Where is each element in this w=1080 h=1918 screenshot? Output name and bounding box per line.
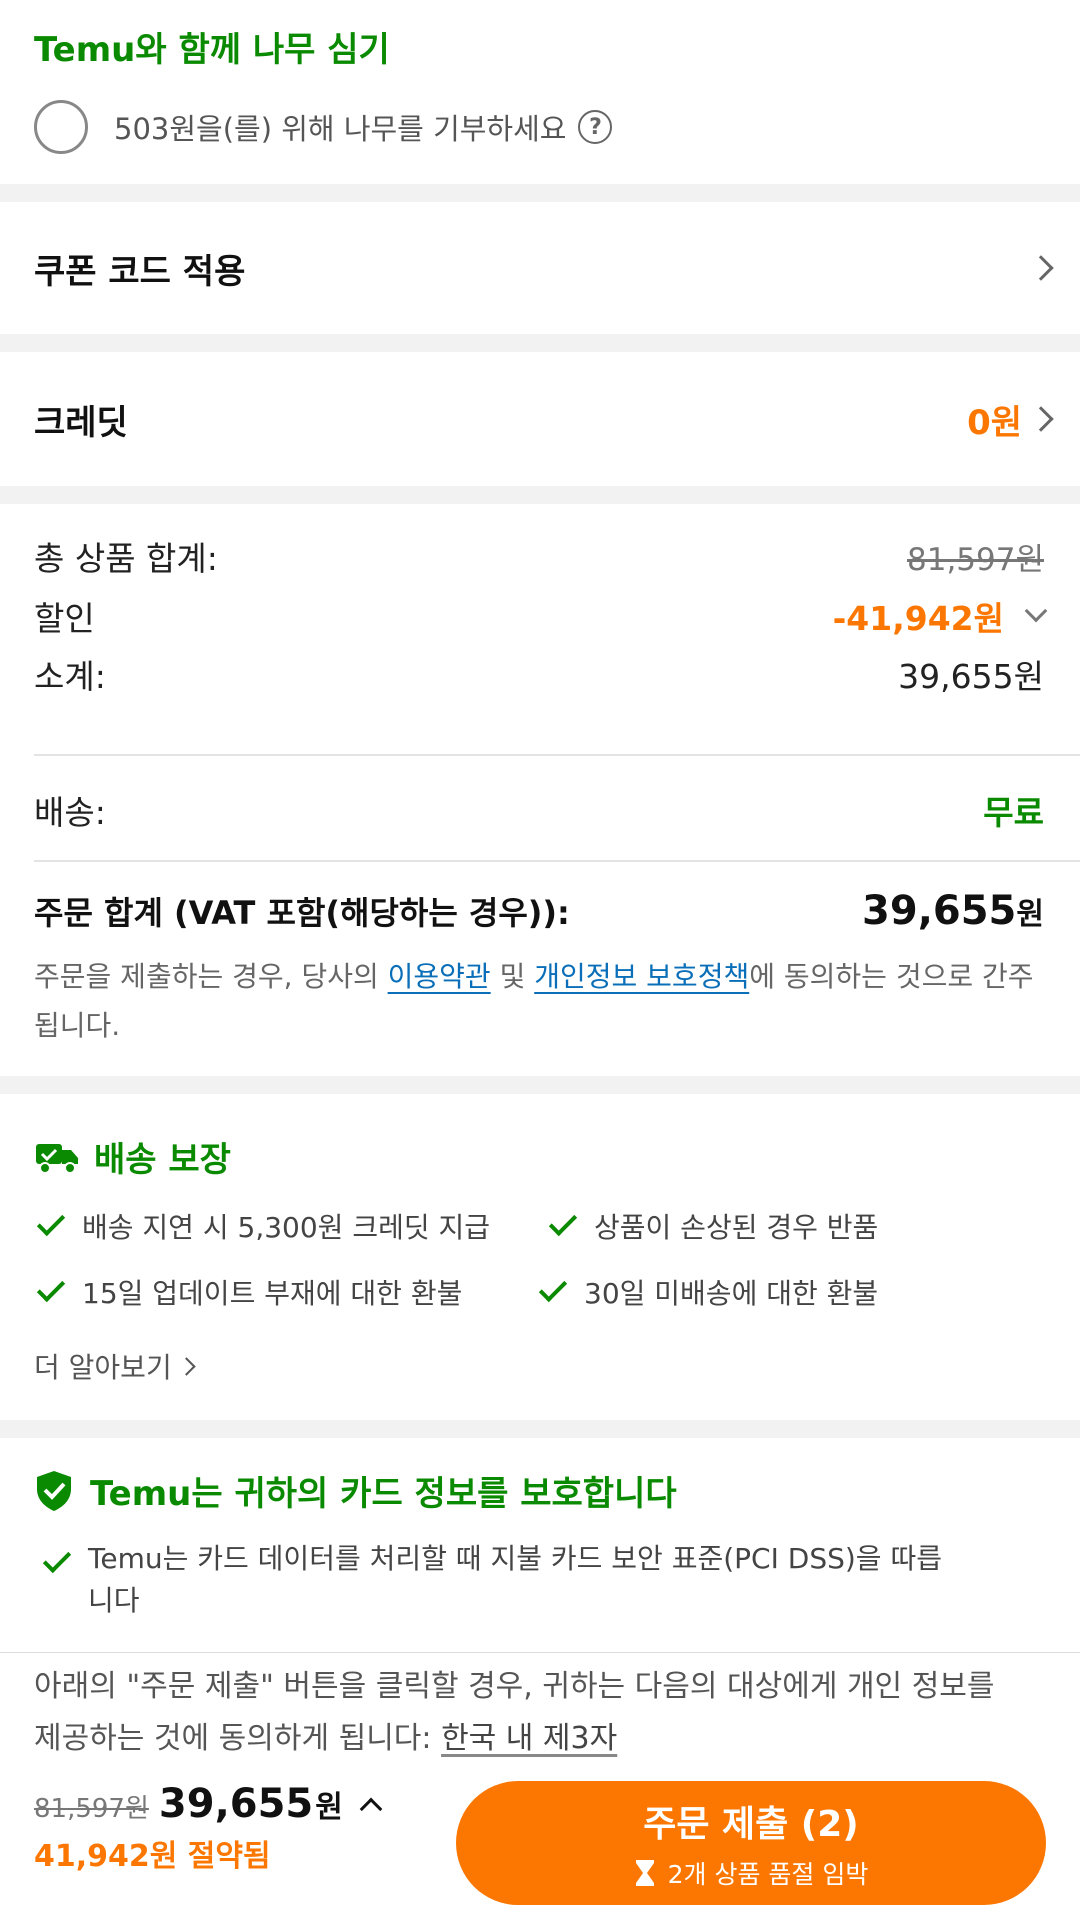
agreement-text: 주문을 제출하는 경우, 당사의 이용약관 및 개인정보 보호정책에 동의하는 … — [34, 952, 1040, 1050]
shipping-row: 배송: 무료 — [34, 786, 1044, 834]
tree-donation-option[interactable]: 503원을(를) 위해 나무를 기부하세요 ? — [34, 100, 613, 154]
divider — [34, 860, 1080, 862]
guarantee-text: 배송 지연 시 5,300원 크레딧 지급 — [82, 1211, 491, 1244]
card-protection-section: Temu는 귀하의 카드 정보를 보호합니다 Temu는 카드 데이터를 처리할… — [0, 1438, 1080, 1658]
items-total-row: 총 상품 합계: 81,597원 — [34, 532, 1044, 580]
card-protection-title: Temu는 귀하의 카드 정보를 보호합니다 — [90, 1474, 677, 1514]
checkout-bar: 아래의 "주문 제출" 버튼을 클릭할 경우, 귀하는 다음의 대상에게 개인 … — [0, 1652, 1080, 1918]
check-icon — [548, 1207, 578, 1237]
donation-radio[interactable] — [34, 100, 88, 154]
help-icon[interactable]: ? — [578, 110, 613, 144]
chevron-right-icon — [1028, 406, 1054, 432]
learn-more-link[interactable]: 더 알아보기 — [34, 1346, 196, 1386]
shipping-label: 배송: — [34, 793, 106, 832]
submit-order-label: 주문 제출 (2) — [643, 1804, 859, 1845]
divider — [34, 754, 1080, 756]
delivery-truck-icon — [36, 1143, 78, 1174]
check-icon — [538, 1273, 568, 1303]
guarantee-item: 상품이 손상된 경우 반품 — [546, 1206, 878, 1246]
order-summary: 총 상품 합계: 81,597원 할인 -41,942원 소계: 39,655원… — [0, 504, 1080, 1076]
agree-prefix: 주문을 제출하는 경우, 당사의 — [34, 960, 388, 993]
order-total-value: 39,655원 — [862, 888, 1044, 934]
order-total-label: 주문 합계 (VAT 포함(해당하는 경우)): — [34, 894, 570, 932]
shield-check-icon — [37, 1470, 71, 1511]
order-total-number: 39,655 — [862, 888, 1017, 934]
order-total-row: 주문 합계 (VAT 포함(해당하는 경우)): 39,655원 — [34, 888, 1044, 934]
card-protection-header: Temu는 귀하의 카드 정보를 보호합니다 — [34, 1466, 677, 1515]
shipping-value: 무료 — [983, 793, 1044, 832]
final-price-unit: 원 — [315, 1790, 343, 1825]
donation-label: 503원을(를) 위해 나무를 기부하세요 — [114, 112, 567, 146]
guarantee-item: 배송 지연 시 5,300원 크레딧 지급 — [34, 1206, 490, 1246]
privacy-link[interactable]: 개인정보 보호정책 — [534, 960, 749, 993]
guarantee-text: 상품이 손상된 경우 반품 — [594, 1211, 879, 1244]
agree-and: 및 — [490, 960, 535, 993]
third-party-link[interactable]: 한국 내 제3자 — [441, 1721, 617, 1756]
check-icon — [42, 1544, 72, 1574]
discount-value: -41,942원 — [832, 599, 1004, 638]
guarantee-item: 15일 업데이트 부재에 대한 환불 — [34, 1272, 462, 1312]
credit-row[interactable]: 크레딧 0원 — [0, 352, 1080, 486]
terms-link[interactable]: 이용약관 — [388, 960, 491, 993]
check-icon — [36, 1207, 66, 1237]
price-summary-toggle[interactable]: 81,597원 39,655 원 41,942원 절약됨 — [34, 1781, 383, 1875]
low-stock-notice: 2개 상품 품절 임박 — [634, 1855, 869, 1891]
tree-donation-section: Temu와 함께 나무 심기 503원을(를) 위해 나무를 기부하세요 ? — [0, 0, 1080, 184]
card-protection-text: Temu는 카드 데이터를 처리할 때 지불 카드 보안 표준(PCI DSS)… — [88, 1542, 942, 1617]
check-icon — [36, 1273, 66, 1303]
discount-label: 할인 — [34, 599, 95, 638]
guarantee-item: 30일 미배송에 대한 환불 — [536, 1272, 878, 1312]
coupon-row[interactable]: 쿠폰 코드 적용 — [0, 202, 1080, 334]
delivery-guarantee-header: 배송 보장 — [34, 1132, 231, 1181]
credit-label: 크레딧 — [34, 402, 128, 443]
subtotal-label: 소계: — [34, 657, 106, 696]
original-price: 81,597원 — [34, 1794, 149, 1824]
credit-value: 0원 — [967, 402, 1022, 443]
chevron-down-icon[interactable] — [1024, 599, 1048, 623]
chevron-up-icon[interactable] — [359, 1797, 383, 1821]
chevron-right-icon — [1028, 255, 1054, 281]
learn-more-label: 더 알아보기 — [34, 1351, 172, 1384]
order-total-unit: 원 — [1016, 897, 1044, 932]
card-protection-item: Temu는 카드 데이터를 처리할 때 지불 카드 보안 표준(PCI DSS)… — [40, 1538, 960, 1622]
discount-row[interactable]: 할인 -41,942원 — [34, 592, 1048, 640]
chevron-right-icon — [177, 1356, 196, 1376]
submit-order-button[interactable]: 주문 제출 (2) 2개 상품 품절 임박 — [456, 1781, 1046, 1905]
delivery-guarantee-title: 배송 보장 — [94, 1140, 231, 1180]
final-price: 39,655 — [158, 1781, 314, 1827]
guarantee-text: 30일 미배송에 대한 환불 — [584, 1277, 879, 1310]
items-total-label: 총 상품 합계: — [34, 539, 218, 578]
hourglass-icon — [635, 1860, 654, 1886]
subtotal-value: 39,655원 — [898, 657, 1044, 696]
consent-text: 아래의 "주문 제출" 버튼을 클릭할 경우, 귀하는 다음의 대상에게 개인 … — [34, 1661, 1020, 1765]
guarantee-text: 15일 업데이트 부재에 대한 환불 — [82, 1277, 463, 1310]
low-stock-text: 2개 상품 품절 임박 — [667, 1860, 869, 1889]
coupon-label: 쿠폰 코드 적용 — [34, 251, 246, 292]
delivery-guarantee-section: 배송 보장 배송 지연 시 5,300원 크레딧 지급 상품이 손상된 경우 반… — [0, 1094, 1080, 1420]
items-total-value: 81,597원 — [907, 541, 1044, 578]
savings-text: 41,942원 절약됨 — [34, 1839, 271, 1874]
tree-donation-title: Temu와 함께 나무 심기 — [34, 30, 390, 70]
subtotal-row: 소계: 39,655원 — [34, 650, 1044, 698]
